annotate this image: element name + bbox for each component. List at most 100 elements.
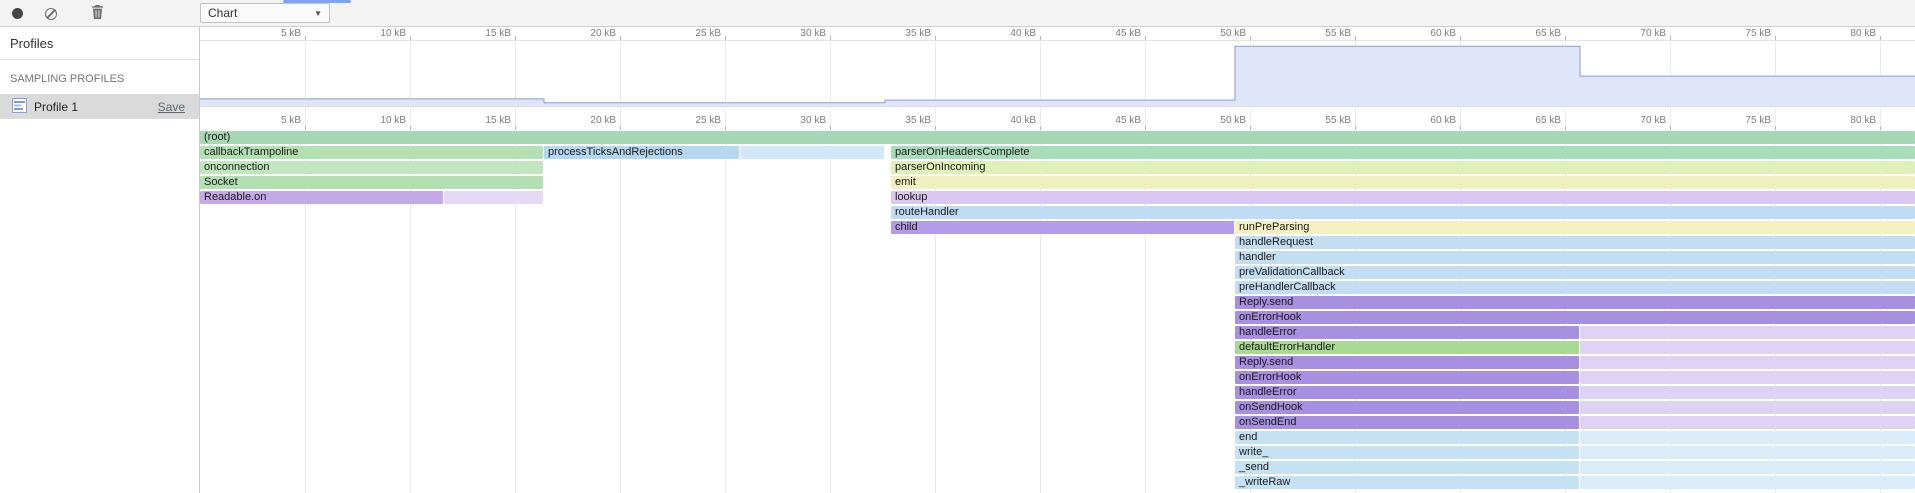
flame-bar-label: routeHandler xyxy=(895,206,959,218)
ruler-tick-label: 70 kB xyxy=(1608,28,1666,39)
flame-bar-label: write_ xyxy=(1239,446,1268,458)
flame-bar-readable-on[interactable]: Readable.on xyxy=(200,191,443,204)
memory-overview[interactable] xyxy=(200,41,1915,106)
ruler-tick-mark xyxy=(1250,36,1251,40)
flame-bar-callbacktrampoline[interactable]: callbackTrampoline xyxy=(200,146,543,159)
ruler-tick-label: 65 kB xyxy=(1503,115,1561,126)
view-mode-select[interactable]: Chart ▼ xyxy=(200,3,330,23)
flame-bar-defaulterrorhandler[interactable]: defaultErrorHandler xyxy=(1235,341,1579,354)
ruler-tick-label: 15 kB xyxy=(453,115,511,126)
flame-bar-emit[interactable]: emit xyxy=(891,176,1915,189)
flame-bar-routehandler[interactable]: routeHandler xyxy=(891,206,1915,219)
flame-bar-parseronheaderscomplete[interactable]: parserOnHeadersComplete xyxy=(891,146,1915,159)
flame-bar-root[interactable]: (root) xyxy=(200,131,1915,144)
flame-bar-label: processTicksAndRejections xyxy=(548,146,683,158)
ruler-tick-mark xyxy=(935,36,936,40)
ruler-tick-label: 55 kB xyxy=(1293,28,1351,39)
flame-bar-continuation[interactable] xyxy=(444,191,543,204)
flame-bar-continuation[interactable] xyxy=(1580,371,1915,384)
flame-bar-parseronincoming[interactable]: parserOnIncoming xyxy=(891,161,1915,174)
flame-bar-child[interactable]: child xyxy=(891,221,1234,234)
flame-bar-writeraw[interactable]: _writeRaw xyxy=(1235,476,1579,489)
flame-bar-label: parserOnIncoming xyxy=(895,161,986,173)
flame-bar-continuation[interactable] xyxy=(1580,431,1915,444)
flame-bar-continuation[interactable] xyxy=(1580,356,1915,369)
ruler-tick-label: 30 kB xyxy=(768,28,826,39)
overview-ruler[interactable]: 5 kB10 kB15 kB20 kB25 kB30 kB35 kB40 kB4… xyxy=(200,27,1915,41)
flame-bar-handlerequest[interactable]: handleRequest xyxy=(1235,236,1915,249)
flame-bar-reply-send[interactable]: Reply.send xyxy=(1235,356,1579,369)
ruler-tick-label: 45 kB xyxy=(1083,115,1141,126)
flame-bar-continuation[interactable] xyxy=(1580,461,1915,474)
flame-bar-label: _writeRaw xyxy=(1239,476,1290,488)
view-mode-value: Chart xyxy=(208,6,237,20)
flame-bar-label: Reply.send xyxy=(1239,356,1293,368)
profile-name: Profile 1 xyxy=(34,100,151,114)
flame-bar-processticksandrejections[interactable]: processTicksAndRejections xyxy=(544,146,739,159)
ruler-tick-mark xyxy=(1880,36,1881,40)
save-profile-link[interactable]: Save xyxy=(158,100,185,114)
flame-bar-write[interactable]: write_ xyxy=(1235,446,1579,459)
ruler-tick-label: 65 kB xyxy=(1503,28,1561,39)
ruler-tick-label: 20 kB xyxy=(558,115,616,126)
flame-bar-label: child xyxy=(895,221,918,233)
flame-bar-handleerror[interactable]: handleError xyxy=(1235,326,1579,339)
flame-bar-continuation[interactable] xyxy=(1580,416,1915,429)
flame-bar-end[interactable]: end xyxy=(1235,431,1579,444)
ruler-tick-label: 40 kB xyxy=(978,28,1036,39)
flame-bar-continuation[interactable] xyxy=(1580,341,1915,354)
flame-bar-reply-send[interactable]: Reply.send xyxy=(1235,296,1915,309)
flame-bar-label: handler xyxy=(1239,251,1276,263)
ruler-tick-mark xyxy=(1145,36,1146,40)
flame-bar-onerrorhook[interactable]: onErrorHook xyxy=(1235,371,1579,384)
flame-bar-label: onErrorHook xyxy=(1239,311,1301,323)
flame-bar-label: _send xyxy=(1239,461,1269,473)
profiler-toolbar: Chart ▼ xyxy=(0,0,1915,27)
flame-bar-label: (root) xyxy=(204,131,230,143)
flame-graph: (root) callbackTrampoline processTicksAndR… xyxy=(200,130,1915,493)
flame-bar-handleerror[interactable]: handleError xyxy=(1235,386,1579,399)
ruler-tick-mark xyxy=(725,36,726,40)
ruler-tick-label: 55 kB xyxy=(1293,115,1351,126)
record-button[interactable] xyxy=(4,2,30,25)
flame-bar-label: handleRequest xyxy=(1239,236,1313,248)
ruler-tick-label: 25 kB xyxy=(663,115,721,126)
flame-bar-continuation[interactable] xyxy=(1580,476,1915,489)
profile-item[interactable]: Profile 1 Save xyxy=(0,94,199,119)
flame-ruler[interactable]: 5 kB10 kB15 kB20 kB25 kB30 kB35 kB40 kB4… xyxy=(200,106,1915,130)
flame-bar-onconnection[interactable]: onconnection xyxy=(200,161,543,174)
flame-bar-continuation[interactable] xyxy=(1580,326,1915,339)
flame-bar-runpreparsing[interactable]: runPreParsing xyxy=(1235,221,1915,234)
flame-bar-label: Reply.send xyxy=(1239,296,1293,308)
flame-bar-prehandlercallback[interactable]: preHandlerCallback xyxy=(1235,281,1915,294)
delete-profile-button[interactable] xyxy=(84,2,110,25)
clear-button[interactable] xyxy=(38,2,64,25)
ruler-tick-mark xyxy=(1355,36,1356,40)
memory-overview-chart[interactable] xyxy=(200,41,1915,106)
ruler-tick-label: 10 kB xyxy=(348,28,406,39)
flame-bar-onerrorhook[interactable]: onErrorHook xyxy=(1235,311,1915,324)
flame-bar-label: preValidationCallback xyxy=(1239,266,1345,278)
flame-bar-label: defaultErrorHandler xyxy=(1239,341,1335,353)
flame-bar-handler[interactable]: handler xyxy=(1235,251,1915,264)
flame-bar-lookup[interactable]: lookup xyxy=(891,191,1915,204)
flame-bar-onsendhook[interactable]: onSendHook xyxy=(1235,401,1579,414)
ruler-tick-mark xyxy=(1775,36,1776,40)
flame-bar-socket[interactable]: Socket xyxy=(200,176,543,189)
flame-bar-continuation[interactable] xyxy=(1580,401,1915,414)
trash-icon xyxy=(91,5,104,22)
ruler-tick-label: 5 kB xyxy=(243,28,301,39)
profile-chart-icon xyxy=(12,98,27,116)
flame-bar-label: emit xyxy=(895,176,916,188)
ruler-tick-mark xyxy=(1670,36,1671,40)
flame-bar-continuation[interactable] xyxy=(1580,386,1915,399)
ruler-tick-label: 20 kB xyxy=(558,28,616,39)
flame-bar-send[interactable]: _send xyxy=(1235,461,1579,474)
flame-bar-prevalidationcallback[interactable]: preValidationCallback xyxy=(1235,266,1915,279)
flame-bar-onsendend[interactable]: onSendEnd xyxy=(1235,416,1579,429)
ruler-tick-mark xyxy=(305,36,306,40)
ruler-tick-mark xyxy=(620,36,621,40)
flame-bar-label: parserOnHeadersComplete xyxy=(895,146,1030,158)
flame-bar-continuation[interactable] xyxy=(1580,446,1915,459)
flame-bar-continuation[interactable] xyxy=(740,146,884,159)
